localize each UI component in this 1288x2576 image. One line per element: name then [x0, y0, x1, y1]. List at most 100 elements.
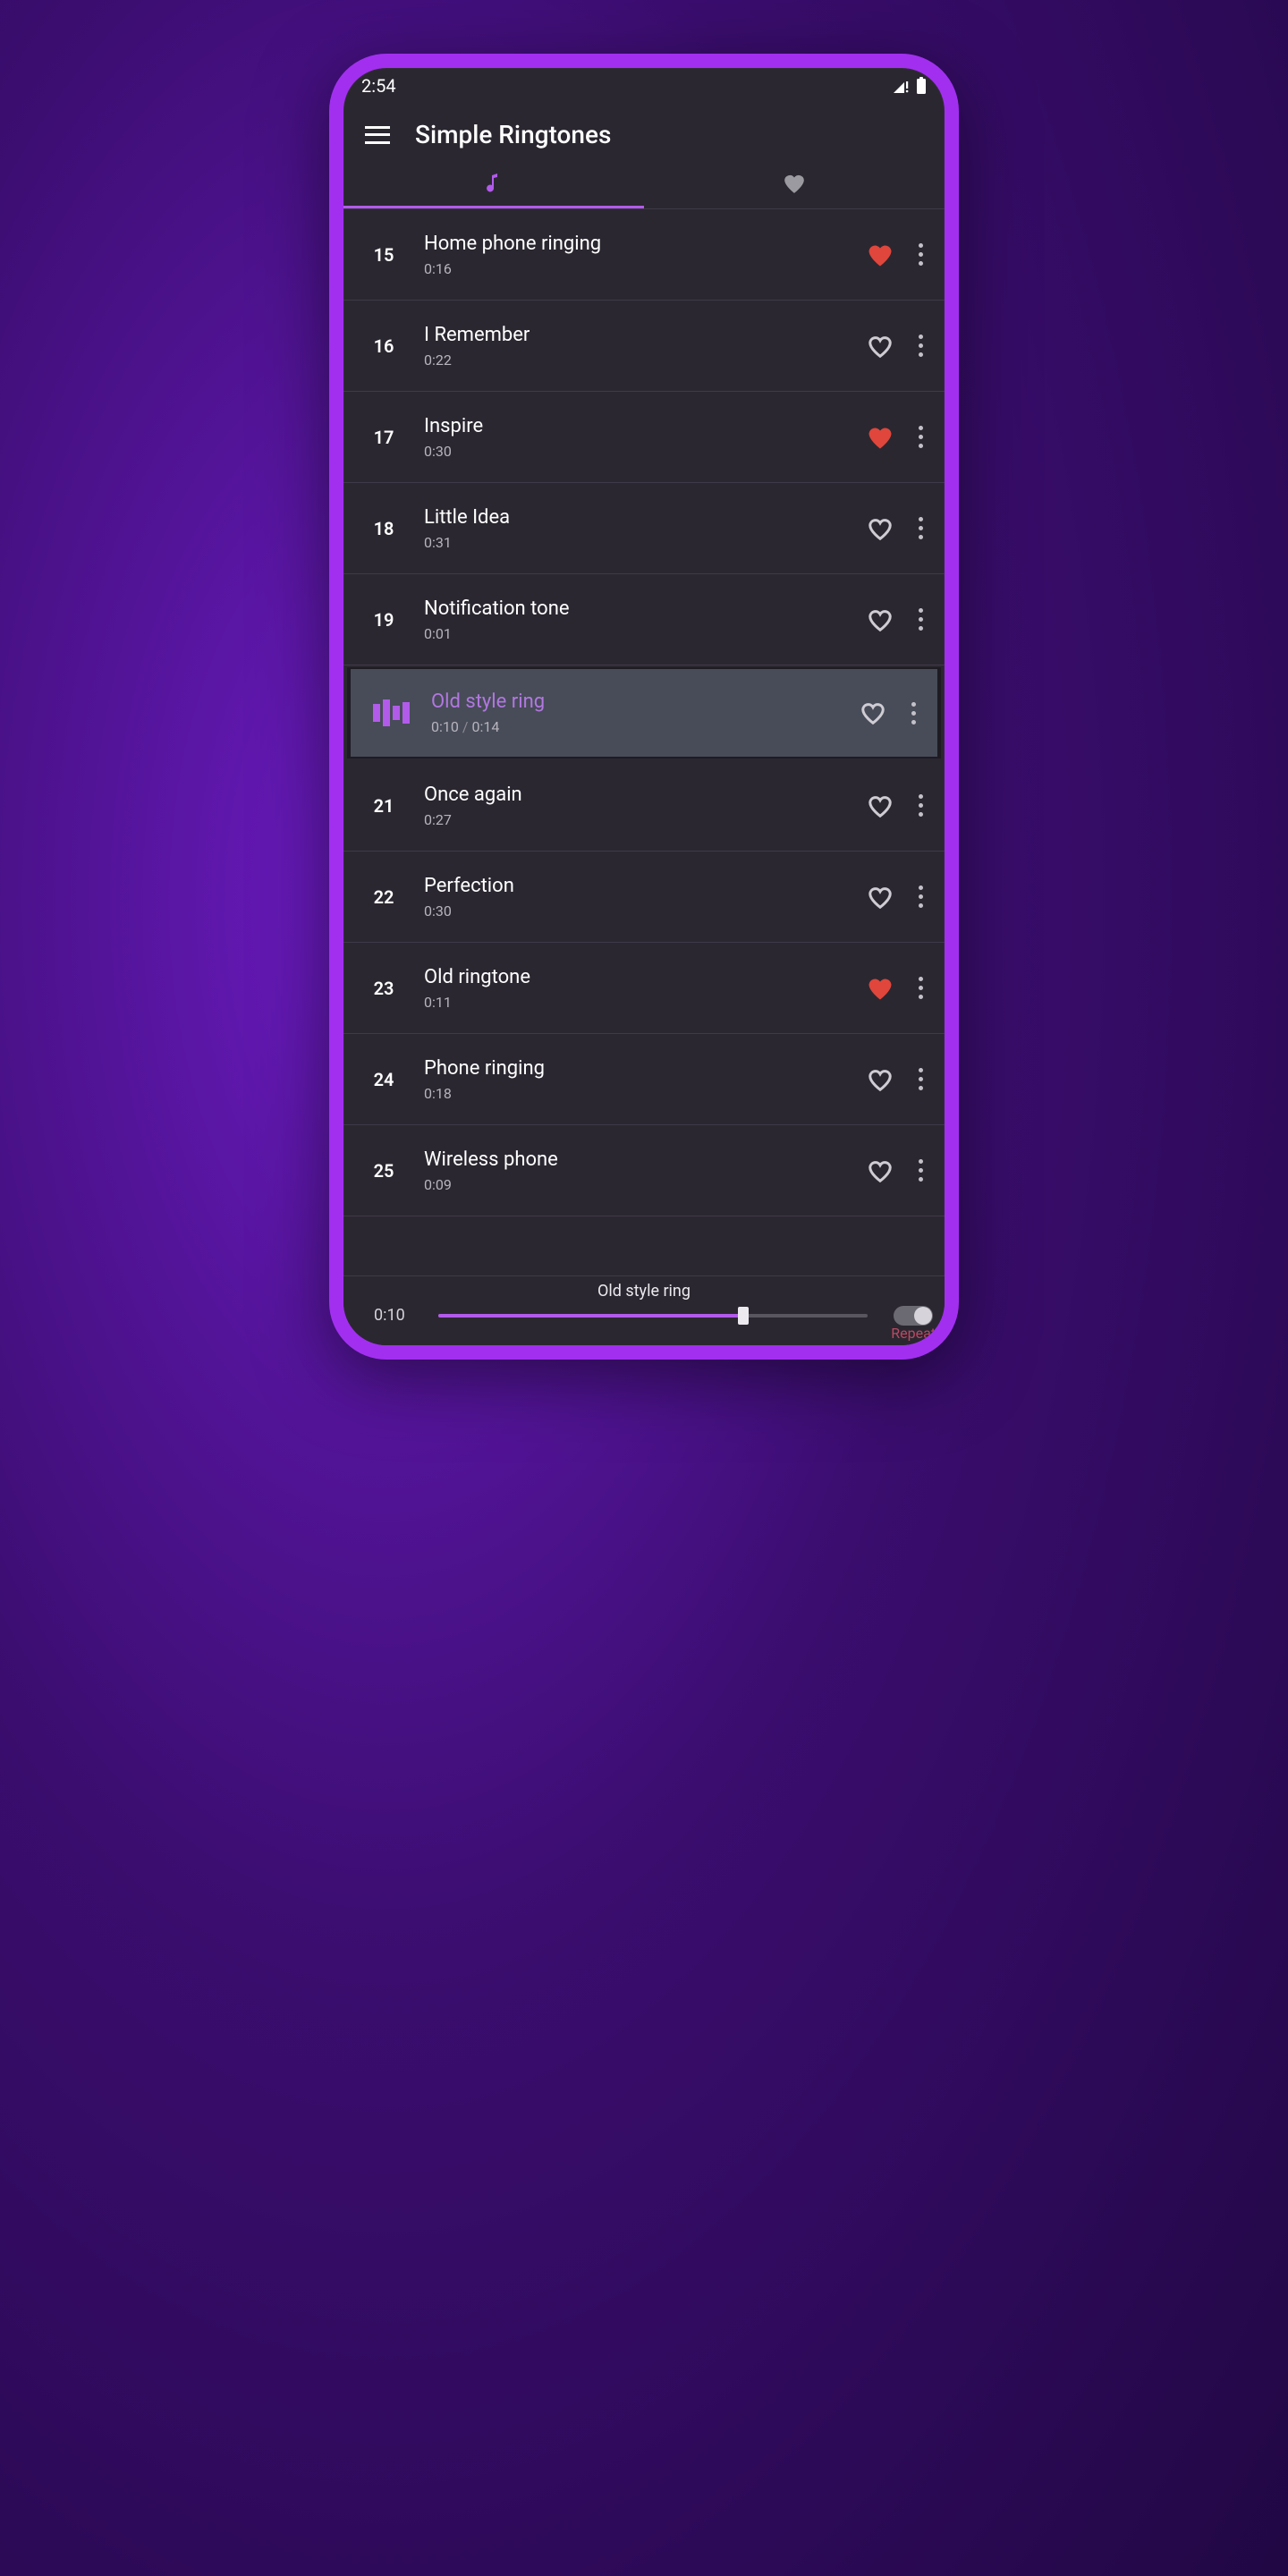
track-title: Once again [424, 784, 862, 806]
track-duration: 0:27 [424, 811, 862, 828]
track-title: Home phone ringing [424, 233, 862, 255]
track-meta: Old style ring0:10/0:14 [431, 691, 855, 735]
track-index: 22 [343, 886, 424, 908]
more-button[interactable] [900, 702, 927, 724]
track-row[interactable]: 21Once again 0:27 [343, 760, 945, 852]
track-row[interactable]: 19Notification tone 0:01 [343, 574, 945, 665]
signal-alert-icon [893, 78, 911, 94]
track-duration: 0:01 [424, 625, 862, 642]
seek-progress [438, 1314, 743, 1318]
status-bar: 2:54 [343, 68, 945, 104]
favorite-button[interactable] [862, 1062, 898, 1097]
track-row[interactable]: 17Inspire0:30 [343, 392, 945, 483]
player-bar: Old style ring 0:10 0:14 Repeat [343, 1275, 945, 1345]
tab-bar [343, 158, 945, 208]
favorite-button[interactable] [862, 511, 898, 547]
track-duration: 0:22 [424, 352, 862, 369]
track-meta: Little Idea0:31 [424, 506, 862, 551]
player-track-title: Old style ring [356, 1282, 932, 1301]
track-actions [862, 1153, 937, 1189]
track-index: 17 [343, 427, 424, 448]
favorite-button[interactable] [855, 695, 891, 731]
repeat-toggle[interactable] [894, 1306, 933, 1326]
battery-icon [916, 77, 927, 95]
menu-button[interactable] [365, 126, 390, 144]
repeat-control: Repeat [891, 1306, 936, 1342]
track-actions [862, 419, 937, 455]
equalizer-icon [351, 699, 431, 726]
track-actions [862, 1062, 937, 1097]
favorite-button[interactable] [862, 237, 898, 273]
track-index: 24 [343, 1069, 424, 1090]
track-actions [862, 328, 937, 364]
more-button[interactable] [907, 977, 934, 999]
more-button[interactable] [907, 794, 934, 817]
track-duration: 0:11 [424, 994, 862, 1011]
track-list[interactable]: 15Home phone ringing0:16 16I Remember 0:22… [343, 209, 945, 1275]
track-meta: Inspire0:30 [424, 415, 862, 460]
seek-thumb[interactable] [738, 1307, 749, 1325]
track-row[interactable]: Old style ring0:10/0:14 [347, 667, 941, 758]
track-row[interactable]: 24Phone ringing 0:18 [343, 1034, 945, 1125]
heart-icon [783, 173, 806, 194]
player-controls-row: 0:10 0:14 [374, 1306, 932, 1325]
favorite-button[interactable] [862, 419, 898, 455]
track-duration: 0:09 [424, 1176, 862, 1193]
track-meta: Old ringtone 0:11 [424, 966, 862, 1011]
more-button[interactable] [907, 243, 934, 266]
track-row[interactable]: 25Wireless phone 0:09 [343, 1125, 945, 1216]
track-row[interactable]: 22Perfection0:30 [343, 852, 945, 943]
track-meta: I Remember 0:22 [424, 324, 862, 369]
favorite-button[interactable] [862, 1153, 898, 1189]
more-button[interactable] [907, 1159, 934, 1182]
more-button[interactable] [907, 608, 934, 631]
track-row[interactable]: 15Home phone ringing0:16 [343, 209, 945, 301]
track-meta: Once again 0:27 [424, 784, 862, 828]
track-row[interactable]: 23Old ringtone 0:11 [343, 943, 945, 1034]
track-index: 21 [343, 795, 424, 817]
device-frame: 2:54 Simple Ringtones 15Home phone ringi… [329, 54, 959, 1360]
more-button[interactable] [907, 886, 934, 908]
track-actions [862, 237, 937, 273]
music-note-icon [485, 173, 503, 194]
more-button[interactable] [907, 335, 934, 357]
seek-bar[interactable] [438, 1309, 868, 1323]
track-meta: Home phone ringing0:16 [424, 233, 862, 277]
track-actions [855, 695, 930, 731]
track-duration: 0:14 [471, 718, 499, 735]
favorite-button[interactable] [862, 602, 898, 638]
more-button[interactable] [907, 517, 934, 539]
favorite-button[interactable] [862, 788, 898, 824]
more-button[interactable] [907, 426, 934, 448]
tab-ringtones[interactable] [343, 158, 644, 208]
favorite-button[interactable] [862, 328, 898, 364]
track-index: 18 [343, 518, 424, 539]
favorite-button[interactable] [862, 879, 898, 915]
track-index: 19 [343, 609, 424, 631]
track-row[interactable]: 18Little Idea0:31 [343, 483, 945, 574]
track-title: Wireless phone [424, 1148, 862, 1171]
track-duration: 0:18 [424, 1085, 862, 1102]
track-title: Phone ringing [424, 1057, 862, 1080]
favorite-button[interactable] [862, 970, 898, 1006]
track-actions [862, 788, 937, 824]
track-title: Notification tone [424, 597, 862, 620]
track-elapsed: 0:10 [431, 718, 459, 735]
app-title: Simple Ringtones [415, 120, 611, 149]
track-index: 16 [343, 335, 424, 357]
track-meta: Perfection0:30 [424, 875, 862, 919]
track-title: I Remember [424, 324, 862, 346]
player-elapsed: 0:10 [374, 1306, 422, 1325]
track-title: Little Idea [424, 506, 862, 529]
track-index: 25 [343, 1160, 424, 1182]
track-meta: Phone ringing 0:18 [424, 1057, 862, 1102]
track-title: Old ringtone [424, 966, 862, 988]
track-index: 23 [343, 978, 424, 999]
tab-favorites[interactable] [644, 158, 945, 208]
app-header: Simple Ringtones [343, 104, 945, 158]
track-duration: 0:30 [424, 902, 862, 919]
status-time: 2:54 [361, 75, 396, 97]
track-meta: Wireless phone 0:09 [424, 1148, 862, 1193]
more-button[interactable] [907, 1068, 934, 1090]
track-row[interactable]: 16I Remember 0:22 [343, 301, 945, 392]
